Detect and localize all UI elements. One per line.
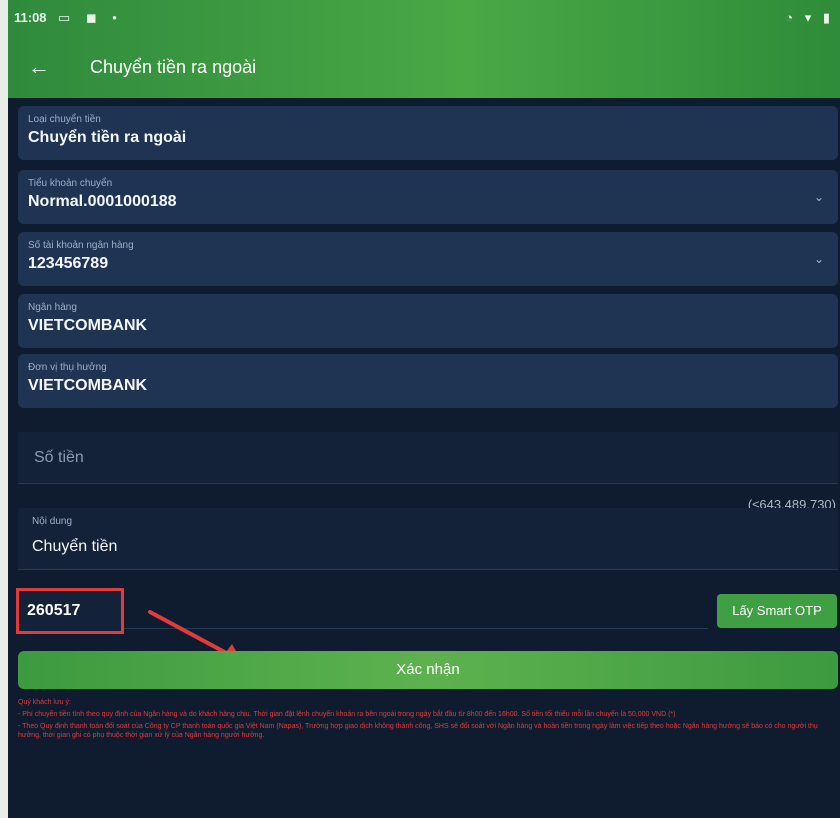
beneficiary-field: Đơn vị thụ hưởng VIETCOMBANK	[18, 354, 838, 408]
field-label: Tiểu khoản chuyển	[28, 178, 113, 189]
content-label: Nội dung	[32, 516, 73, 527]
field-label: Ngân hàng	[28, 302, 77, 313]
get-smart-otp-button[interactable]: Lấy Smart OTP	[717, 594, 837, 628]
field-value: Chuyển tiền ra ngoài	[28, 129, 187, 146]
amount-input[interactable]: Số tiền	[18, 432, 838, 484]
bank-field: Ngân hàng VIETCOMBANK	[18, 294, 838, 348]
field-label: Đơn vị thụ hưởng	[28, 362, 107, 373]
status-bar: 11:08 ▭ ◼ • ◔ ▾ ▮	[8, 8, 840, 28]
notes-title: Quý khách lưu ý:	[18, 699, 71, 706]
arrow-left-icon[interactable]: ←	[28, 54, 54, 80]
notes-line: - Theo Quy định thanh toán đối soát của …	[18, 723, 818, 739]
otp-value: 260517	[27, 602, 81, 619]
signal-battery-icons: ◔ ▾ ▮	[785, 10, 834, 25]
confirm-button[interactable]: Xác nhận	[18, 651, 838, 689]
bank-account-select[interactable]: Số tài khoản ngân hàng 123456789 ⌄	[18, 232, 838, 286]
field-value: VIETCOMBANK	[28, 377, 148, 394]
field-value: 123456789	[28, 255, 109, 272]
field-label: Số tài khoản ngân hàng	[28, 240, 134, 251]
transfer-type-field: Loại chuyển tiền Chuyển tiền ra ngoài	[18, 106, 838, 160]
field-label: Loại chuyển tiền	[28, 114, 101, 125]
chevron-down-icon[interactable]: ⌄	[814, 190, 824, 204]
page-title: Chuyển tiền ra ngoài	[90, 57, 257, 77]
status-time: 11:08	[14, 10, 47, 25]
field-value: Normal.0001000188	[28, 193, 177, 210]
sub-account-select[interactable]: Tiểu khoản chuyển Normal.0001000188 ⌄	[18, 170, 838, 224]
content-input[interactable]: Nội dung Chuyển tiền	[18, 508, 838, 570]
chevron-down-icon[interactable]: ⌄	[814, 252, 824, 266]
field-value: VIETCOMBANK	[28, 317, 148, 334]
notification-icons: ▭ ◼ •	[58, 10, 123, 25]
left-frame-edge	[0, 0, 8, 818]
notes-line: - Phí chuyển tiền tính theo quy định của…	[18, 711, 676, 718]
otp-input[interactable]: 260517	[16, 588, 124, 634]
amount-placeholder: Số tiền	[34, 449, 84, 466]
app-header: 11:08 ▭ ◼ • ◔ ▾ ▮ ← Chuyển tiền ra ngoài	[8, 0, 840, 98]
notes-section: Quý khách lưu ý: - Phí chuyển tiền tính …	[18, 698, 840, 743]
content-value: Chuyển tiền	[32, 538, 118, 555]
